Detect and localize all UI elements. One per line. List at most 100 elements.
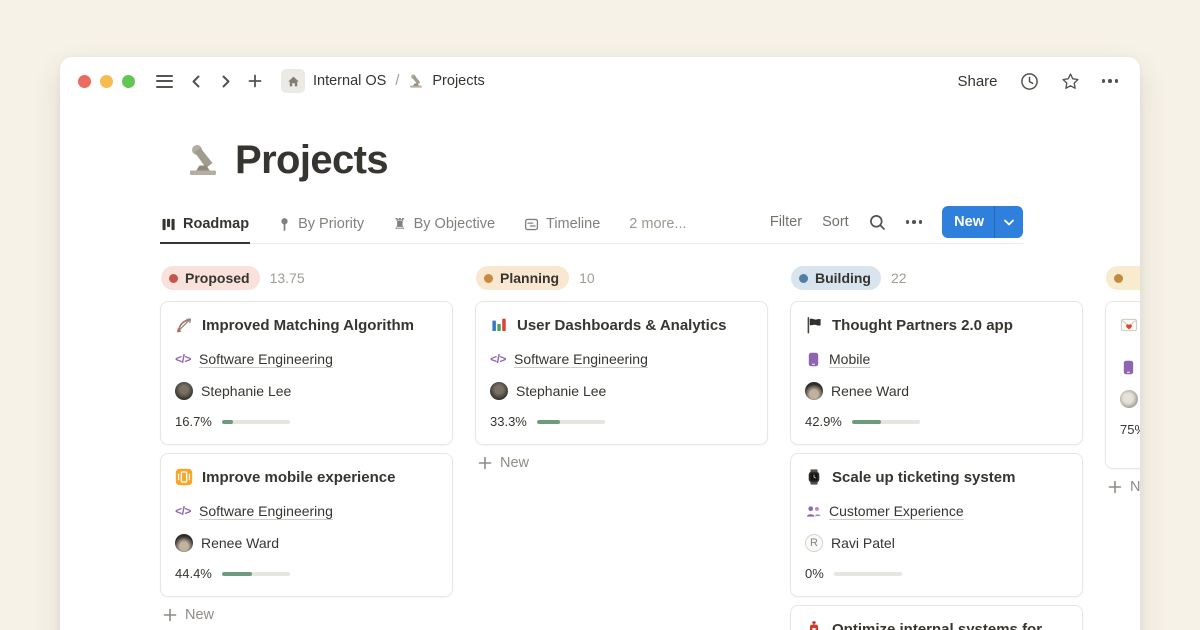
bow-and-arrow-icon bbox=[175, 316, 193, 334]
card-partial[interactable]: 75% bbox=[1105, 301, 1140, 469]
code-icon: </> bbox=[490, 352, 506, 366]
add-card-button[interactable]: New bbox=[163, 607, 453, 623]
progress-label: 33.3% bbox=[490, 414, 527, 429]
bar-chart-emoji-icon bbox=[490, 316, 508, 334]
plus-icon bbox=[1108, 480, 1122, 494]
card-team-tag[interactable]: Software Engineering bbox=[199, 351, 333, 367]
breadcrumb-root[interactable]: Internal OS bbox=[313, 73, 386, 89]
topbar-actions: Share bbox=[957, 72, 1118, 91]
column-count: 13.75 bbox=[270, 270, 305, 286]
add-card-button[interactable]: New bbox=[1108, 479, 1140, 495]
window-topbar: Internal OS / Projects Share bbox=[60, 57, 1140, 105]
progress-label: 42.9% bbox=[805, 414, 842, 429]
search-icon[interactable] bbox=[869, 214, 886, 231]
avatar bbox=[805, 382, 823, 400]
mobile-phone-icon bbox=[805, 352, 821, 367]
tab-timeline[interactable]: Timeline bbox=[523, 205, 601, 244]
card-title-text: Scale up ticketing system bbox=[832, 467, 1015, 488]
view-tab-bar: Roadmap By Priority ♜ By Objective Timel… bbox=[160, 204, 1023, 244]
card-team-tag[interactable]: Mobile bbox=[829, 351, 870, 367]
column-header[interactable]: Planning 10 bbox=[475, 266, 768, 290]
status-dot bbox=[484, 274, 493, 283]
new-button-label[interactable]: New bbox=[942, 206, 994, 238]
column-header[interactable]: Building 22 bbox=[790, 266, 1083, 290]
card-title-text: Optimize internal systems for bbox=[832, 619, 1042, 630]
column-proposed: Proposed 13.75 bbox=[160, 266, 453, 623]
new-button[interactable]: New bbox=[942, 206, 1023, 238]
watch-icon bbox=[805, 468, 823, 486]
zoom-window-button[interactable] bbox=[122, 75, 135, 88]
progress-label: 75% bbox=[1120, 422, 1140, 437]
status-badge[interactable] bbox=[1106, 266, 1140, 290]
sidebar-menu-icon[interactable] bbox=[156, 75, 173, 88]
progress-bar bbox=[222, 572, 290, 576]
breadcrumb-current[interactable]: Projects bbox=[432, 73, 484, 89]
minimize-window-button[interactable] bbox=[100, 75, 113, 88]
card-thought-partners-app[interactable]: Thought Partners 2.0 app Mobile Renee Wa… bbox=[790, 301, 1083, 445]
card-improve-mobile-experience[interactable]: Improve mobile experience </> Software E… bbox=[160, 453, 453, 597]
column-header[interactable] bbox=[1105, 266, 1140, 290]
kanban-board: Proposed 13.75 bbox=[160, 266, 1140, 630]
status-badge[interactable]: Building bbox=[791, 266, 881, 290]
favorite-star-icon[interactable] bbox=[1061, 72, 1080, 91]
love-letter-icon bbox=[1120, 316, 1138, 334]
view-toolbar: Filter Sort New bbox=[770, 206, 1023, 238]
card-team-tag[interactable]: Software Engineering bbox=[199, 503, 333, 519]
tab-by-objective[interactable]: ♜ By Objective bbox=[392, 205, 496, 244]
more-options-icon[interactable] bbox=[1102, 79, 1119, 83]
card-user-dashboards-analytics[interactable]: User Dashboards & Analytics </> Software… bbox=[475, 301, 768, 445]
card-team-tag[interactable]: Customer Experience bbox=[829, 503, 964, 519]
progress-bar bbox=[537, 420, 605, 424]
code-icon: </> bbox=[175, 352, 191, 366]
clock-history-icon[interactable] bbox=[1020, 72, 1039, 91]
add-card-button[interactable]: New bbox=[478, 455, 768, 471]
red-extinguisher-icon bbox=[805, 620, 823, 630]
avatar bbox=[175, 382, 193, 400]
status-dot bbox=[799, 274, 808, 283]
card-scale-up-ticketing[interactable]: Scale up ticketing system Customer Exper… bbox=[790, 453, 1083, 597]
microscope-page-icon[interactable] bbox=[185, 142, 221, 178]
card-person-name: Renee Ward bbox=[831, 383, 909, 399]
share-button[interactable]: Share bbox=[957, 73, 997, 90]
card-improved-matching-algorithm[interactable]: Improved Matching Algorithm </> Software… bbox=[160, 301, 453, 445]
microscope-icon bbox=[408, 73, 424, 89]
status-badge[interactable]: Planning bbox=[476, 266, 569, 290]
people-icon bbox=[805, 505, 821, 518]
forward-icon[interactable] bbox=[218, 74, 233, 89]
breadcrumb-separator: / bbox=[395, 73, 399, 89]
back-icon[interactable] bbox=[189, 74, 204, 89]
page-background: Internal OS / Projects Share bbox=[0, 0, 1200, 630]
card-title-text: User Dashboards & Analytics bbox=[517, 315, 727, 336]
progress-label: 44.4% bbox=[175, 566, 212, 581]
filter-button[interactable]: Filter bbox=[770, 214, 802, 230]
close-window-button[interactable] bbox=[78, 75, 91, 88]
view-options-icon[interactable] bbox=[906, 220, 923, 224]
column-planning: Planning 10 User Dashboards & bbox=[475, 266, 768, 471]
page-header: Projects bbox=[185, 140, 1140, 180]
home-icon[interactable] bbox=[281, 69, 305, 93]
progress-label: 0% bbox=[805, 566, 824, 581]
breadcrumb: Internal OS / Projects bbox=[281, 69, 485, 93]
sort-button[interactable]: Sort bbox=[822, 214, 849, 230]
status-dot bbox=[1114, 274, 1123, 283]
new-tab-plus-icon[interactable] bbox=[247, 73, 263, 89]
black-flag-icon bbox=[805, 316, 823, 334]
timeline-board-icon bbox=[524, 217, 539, 232]
status-badge[interactable]: Proposed bbox=[161, 266, 260, 290]
card-title-text: Thought Partners 2.0 app bbox=[832, 315, 1013, 336]
column-header[interactable]: Proposed 13.75 bbox=[160, 266, 453, 290]
column-partial: 75% New bbox=[1105, 266, 1140, 495]
card-title-text: Improved Matching Algorithm bbox=[202, 315, 414, 336]
card-team-tag[interactable]: Software Engineering bbox=[514, 351, 648, 367]
pin-icon bbox=[278, 217, 291, 231]
tab-more[interactable]: 2 more... bbox=[628, 205, 687, 244]
mobile-vibration-icon bbox=[175, 468, 193, 486]
card-person-name: Renee Ward bbox=[201, 535, 279, 551]
card-optimize-internal-systems[interactable]: Optimize internal systems for bbox=[790, 605, 1083, 630]
plus-icon bbox=[478, 456, 492, 470]
tab-roadmap[interactable]: Roadmap bbox=[160, 205, 250, 244]
mobile-phone-icon bbox=[1120, 360, 1136, 375]
chevron-down-icon[interactable] bbox=[995, 206, 1023, 238]
plus-icon bbox=[163, 608, 177, 622]
tab-by-priority[interactable]: By Priority bbox=[277, 205, 365, 244]
